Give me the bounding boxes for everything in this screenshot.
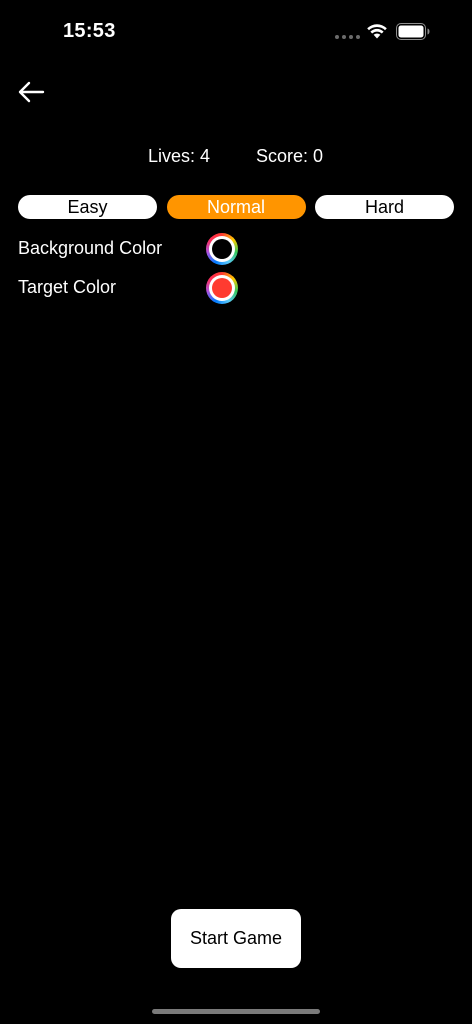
background-color-row: Background Color — [18, 233, 258, 265]
target-color-swatch — [212, 278, 232, 298]
background-color-picker[interactable] — [206, 233, 238, 265]
background-color-swatch — [212, 239, 232, 259]
target-color-picker[interactable] — [206, 272, 238, 304]
status-bar: 15:53 — [0, 0, 472, 60]
difficulty-selector: Easy Normal Hard — [18, 195, 454, 219]
difficulty-normal-button[interactable]: Normal — [166, 195, 306, 219]
score-counter: Score: 0 — [256, 146, 324, 166]
target-color-label: Target Color — [18, 277, 117, 297]
start-game-button[interactable]: Start Game — [171, 909, 301, 968]
arrow-left-icon — [18, 81, 45, 103]
back-button[interactable] — [14, 76, 48, 108]
difficulty-easy-button[interactable]: Easy — [18, 195, 157, 219]
target-color-row: Target Color — [18, 272, 258, 304]
lives-counter: Lives: 4 — [148, 146, 211, 166]
status-time: 15:53 — [63, 20, 116, 42]
cellular-signal-icon — [335, 35, 360, 39]
home-indicator[interactable] — [152, 1009, 320, 1014]
difficulty-hard-button[interactable]: Hard — [315, 195, 454, 219]
background-color-label: Background Color — [18, 238, 163, 258]
battery-icon — [396, 23, 430, 40]
wifi-icon — [367, 24, 387, 39]
